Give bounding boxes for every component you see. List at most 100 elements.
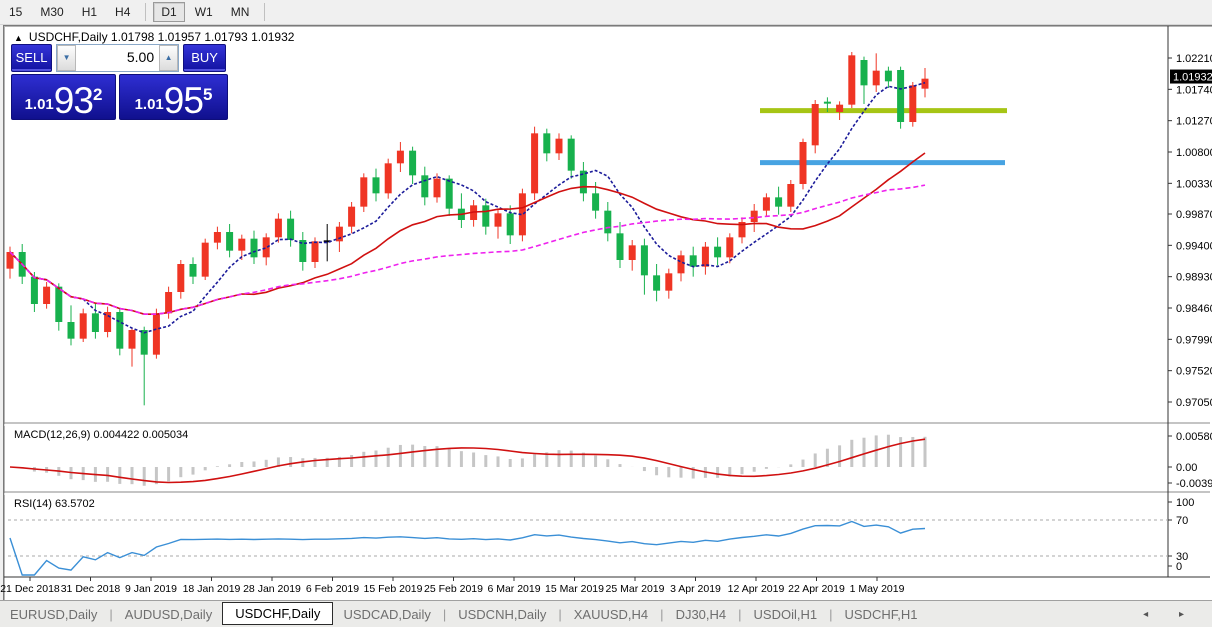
date-label: 1 May 2019 (850, 583, 905, 595)
candle-body (726, 237, 733, 257)
axis-label: 1.02210 (1176, 53, 1212, 65)
tab-scroll-arrows[interactable]: ◂ ▸ (1143, 609, 1198, 620)
candle-body (653, 275, 660, 290)
chart-tab-usdchf-h1[interactable]: USDCHF,H1 (835, 604, 928, 625)
candle-body (678, 255, 685, 273)
axis-label: 1.01740 (1176, 84, 1212, 96)
date-label: 9 Jan 2019 (125, 583, 177, 595)
candle-body (190, 264, 197, 277)
candle-body (116, 312, 123, 349)
candle-body (690, 255, 697, 266)
candle-body (836, 105, 843, 112)
chart-tab-audusd-daily[interactable]: AUDUSD,Daily (115, 604, 222, 625)
chart-tab-usdcad-daily[interactable]: USDCAD,Daily (333, 604, 440, 625)
candle-body (397, 151, 404, 164)
candle-body (763, 197, 770, 210)
candle-body (68, 322, 75, 339)
chart-title: ▲USDCHF,Daily 1.01798 1.01957 1.01793 1.… (14, 30, 294, 44)
candle-body (812, 104, 819, 145)
candle-body (55, 287, 62, 322)
candle-body (531, 133, 538, 193)
axis-label: 1.00800 (1176, 147, 1212, 159)
chart-tab-usdoil-h1[interactable]: USDOil,H1 (744, 604, 828, 625)
date-label: 15 Mar 2019 (545, 583, 604, 595)
date-label: 18 Jan 2019 (183, 583, 241, 595)
buy-price-quote[interactable]: 1.01955 (119, 74, 228, 120)
candle-body (714, 247, 721, 258)
candle-body (80, 313, 87, 338)
collapse-panel-icon[interactable]: ▲ (14, 33, 23, 43)
volume-decrease-button[interactable]: ▼ (57, 45, 76, 71)
volume-increase-button[interactable]: ▲ (159, 45, 178, 71)
candle-body (641, 245, 648, 275)
candle-body (202, 243, 209, 277)
sell-price-small: 1.01 (25, 94, 54, 116)
tab-separator: | (658, 607, 665, 622)
volume-spinner: ▼ 5.00 ▲ (56, 44, 179, 72)
candle-body (226, 232, 233, 251)
date-label: 31 Dec 2018 (61, 583, 121, 595)
candle-body (348, 207, 355, 227)
candle-body (848, 55, 855, 104)
axis-label: 0.98460 (1176, 303, 1212, 315)
date-label: 6 Feb 2019 (306, 583, 359, 595)
candle-body (336, 227, 343, 242)
axis-label: 0.97520 (1176, 366, 1212, 378)
one-click-trading-panel: SELL ▼ 5.00 ▲ BUY 1.01932 1.01955 (11, 44, 226, 115)
buy-price-small: 1.01 (135, 94, 164, 116)
candle-body (421, 175, 428, 197)
volume-input[interactable]: 5.00 (76, 45, 159, 71)
candle-body (251, 239, 258, 258)
axis-label: 1.00330 (1176, 178, 1212, 190)
chart-tab-bar: EURUSD,Daily|AUDUSD,DailyUSDCHF,DailyUSD… (0, 600, 1212, 627)
axis-label: 100 (1176, 497, 1194, 509)
date-label: 3 Apr 2019 (670, 583, 721, 595)
buy-price-big: 95 (164, 86, 203, 116)
candle-body (129, 330, 136, 349)
sell-price-big: 93 (54, 86, 93, 116)
rsi-indicator-label: RSI(14) 63.5702 (14, 498, 95, 510)
sell-button[interactable]: SELL (11, 44, 52, 72)
candle-body (360, 177, 367, 206)
date-label: 25 Feb 2019 (424, 583, 483, 595)
axis-label: 0.98930 (1176, 272, 1212, 284)
sell-price-pip: 2 (93, 75, 102, 115)
sell-price-quote[interactable]: 1.01932 (11, 74, 116, 120)
candle-body (238, 239, 245, 251)
macd-signal-line (10, 439, 925, 482)
axis-label: 0 (1176, 561, 1182, 573)
candle-body (275, 219, 282, 238)
candle-body (287, 219, 294, 240)
date-label: 21 Dec 2018 (0, 583, 60, 595)
axis-label: 1.01932 (1173, 72, 1212, 84)
candle-body (922, 79, 929, 89)
tab-separator: | (107, 607, 114, 622)
axis-label: 0.005805 (1176, 431, 1212, 443)
candle-body (702, 247, 709, 267)
candle-body (543, 133, 550, 153)
buy-price-pip: 5 (203, 75, 212, 115)
chart-tab-usdchf-daily[interactable]: USDCHF,Daily (222, 602, 333, 625)
rsi-line (10, 522, 925, 576)
candle-body (751, 211, 758, 222)
chart-tab-xauusd-h4[interactable]: XAUUSD,H4 (564, 604, 658, 625)
candle-body (482, 205, 489, 226)
candle-body (604, 211, 611, 234)
candle-body (800, 142, 807, 184)
axis-label: 0.99400 (1176, 240, 1212, 252)
tab-separator: | (556, 607, 563, 622)
candle-body (775, 197, 782, 206)
candle-body (92, 313, 99, 332)
candle-body (617, 233, 624, 260)
moving-average-line (10, 153, 925, 314)
chart-tab-dj30-h4[interactable]: DJ30,H4 (666, 604, 737, 625)
axis-label: 0.97990 (1176, 334, 1212, 346)
chart-tab-eurusd-daily[interactable]: EURUSD,Daily (0, 604, 107, 625)
tab-separator: | (736, 607, 743, 622)
buy-button[interactable]: BUY (183, 44, 226, 72)
chart-tab-usdcnh-daily[interactable]: USDCNH,Daily (448, 604, 556, 625)
candle-body (873, 71, 880, 86)
tab-separator: | (441, 607, 448, 622)
candle-body (861, 60, 868, 85)
axis-label: 0.99870 (1176, 209, 1212, 221)
